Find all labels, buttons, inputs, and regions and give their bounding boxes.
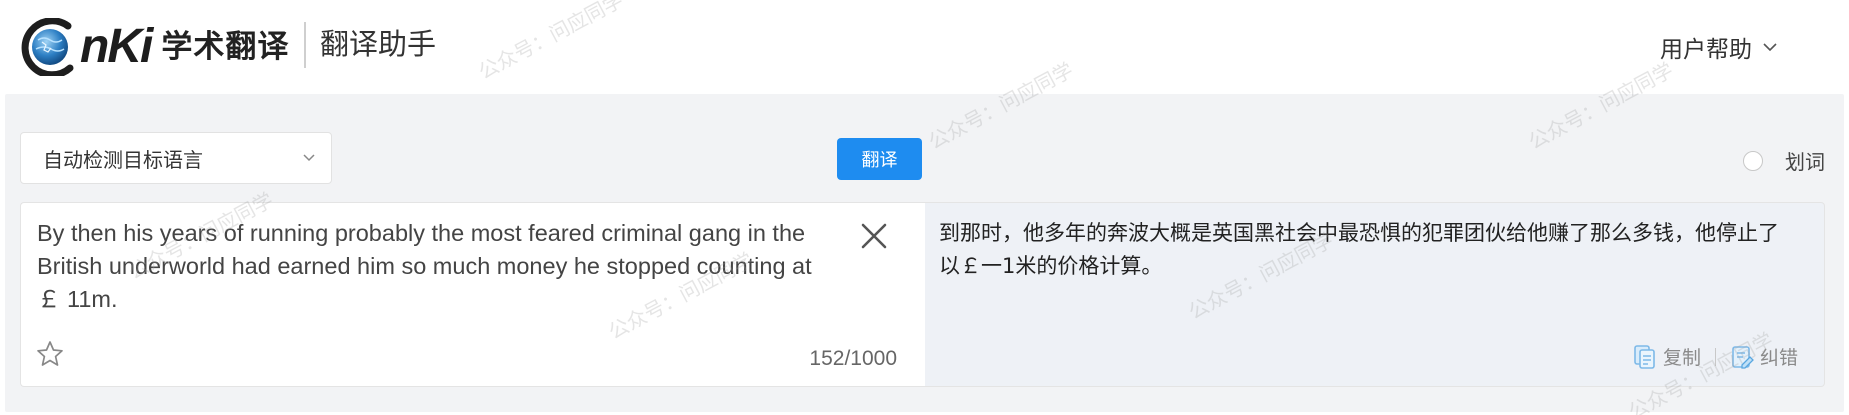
correct-error-label: 纠错 bbox=[1759, 347, 1798, 369]
globe-logo-icon bbox=[21, 18, 74, 76]
copy-label: 复制 bbox=[1662, 347, 1701, 369]
chevron-down-icon bbox=[1763, 43, 1777, 52]
logo-subtitle: 学术翻译 bbox=[161, 29, 290, 65]
chevron-down-icon bbox=[303, 154, 315, 162]
cnki-logo[interactable]: nKi 学术翻译 bbox=[20, 18, 289, 76]
close-icon[interactable] bbox=[859, 221, 889, 251]
copy-button[interactable]: 复制 bbox=[1633, 343, 1701, 370]
target-actions: 复制 纠错 bbox=[1633, 343, 1798, 370]
word-lookup-label: 划词 bbox=[1785, 150, 1825, 174]
user-help-label: 用户帮助 bbox=[1660, 37, 1752, 63]
header-divider bbox=[304, 22, 306, 68]
page: nKi 学术翻译 翻译助手 用户帮助 自动检测目标语言 翻译 划词 By the… bbox=[0, 0, 1849, 415]
translation-panel: 自动检测目标语言 翻译 划词 By then his years of runn… bbox=[5, 94, 1844, 412]
star-icon[interactable] bbox=[35, 339, 65, 369]
translate-button[interactable]: 翻译 bbox=[837, 138, 922, 180]
source-text-box[interactable]: By then his years of running probably th… bbox=[20, 202, 925, 387]
page-title: 翻译助手 bbox=[320, 27, 437, 61]
target-language-select[interactable]: 自动检测目标语言 bbox=[20, 132, 332, 184]
translated-text: 到那时，他多年的奔波大概是英国黑社会中最恐惧的犯罪团伙给他赚了那么多钱，他停止了… bbox=[939, 221, 1779, 278]
copy-icon bbox=[1634, 344, 1655, 369]
edit-document-icon bbox=[1732, 345, 1754, 369]
header: nKi 学术翻译 翻译助手 用户帮助 bbox=[0, 0, 1849, 94]
action-separator bbox=[1714, 347, 1716, 366]
user-help-menu[interactable]: 用户帮助 bbox=[1660, 30, 1778, 64]
source-text-input[interactable]: By then his years of running probably th… bbox=[37, 217, 837, 316]
target-language-value: 自动检测目标语言 bbox=[43, 147, 203, 172]
radio-icon[interactable] bbox=[1743, 150, 1763, 171]
logo-wordmark: nKi bbox=[80, 20, 153, 73]
correct-error-button[interactable]: 纠错 bbox=[1730, 343, 1798, 370]
character-count: 152/1000 bbox=[809, 347, 897, 370]
target-text-box: 到那时，他多年的奔波大概是英国黑社会中最恐惧的犯罪团伙给他赚了那么多钱，他停止了… bbox=[925, 202, 1825, 387]
word-lookup-toggle[interactable]: 划词 bbox=[1743, 146, 1825, 175]
